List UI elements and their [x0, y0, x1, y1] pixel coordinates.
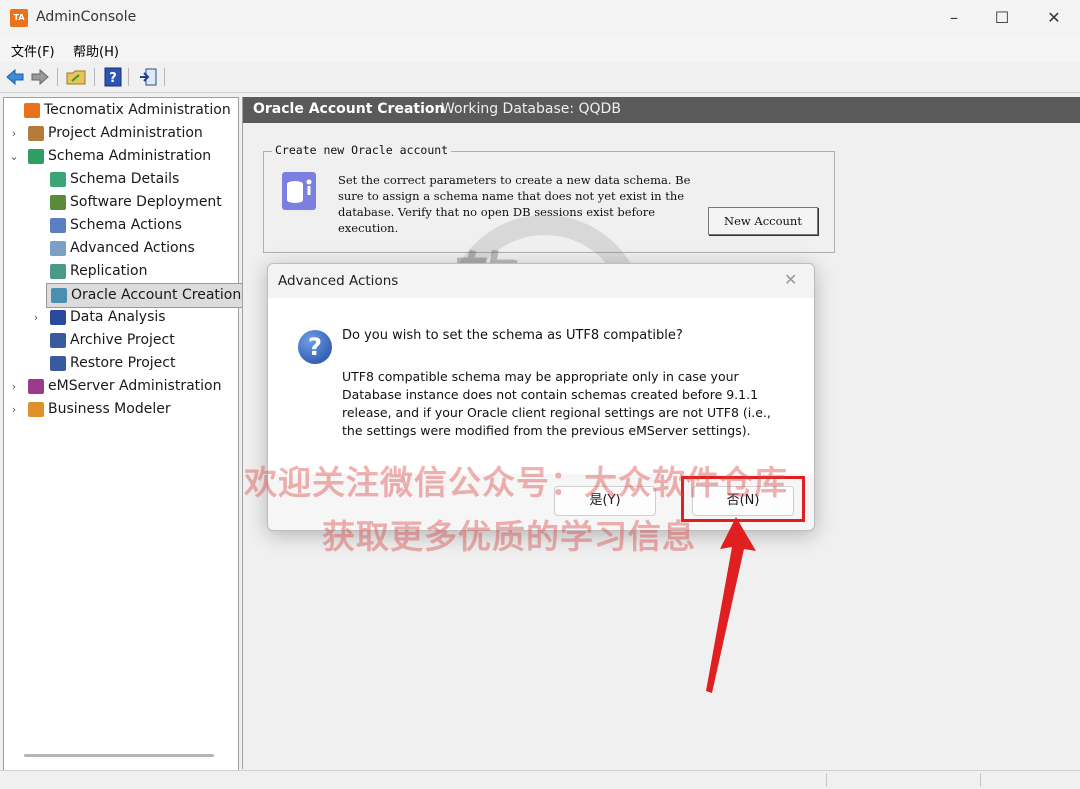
- tree-item-label: Advanced Actions: [70, 240, 195, 256]
- tree-item[interactable]: Software Deployment: [46, 191, 224, 214]
- tree-horizontal-scrollbar[interactable]: [24, 754, 214, 757]
- app-icon: TA: [10, 9, 28, 27]
- watermark-line2: 获取更多优质的学习信息: [322, 517, 696, 556]
- annotation-arrow-icon: [706, 517, 756, 693]
- folder-icon[interactable]: [66, 67, 86, 87]
- toolbar-separator: [128, 68, 129, 86]
- database-user-icon: [282, 172, 316, 210]
- group-title: Create new Oracle account: [272, 143, 452, 157]
- tree-item[interactable]: Advanced Actions: [46, 237, 197, 260]
- tree-item-label: eMServer Administration: [48, 378, 222, 394]
- panel-header: Oracle Account Creation Working Database…: [243, 97, 1080, 123]
- close-button[interactable]: ✕: [1030, 0, 1078, 36]
- expand-icon: [30, 352, 42, 375]
- expand-icon: [4, 99, 16, 122]
- expand-icon: [30, 191, 42, 214]
- dialog-title-bar: Advanced Actions ✕: [268, 264, 814, 298]
- expand-icon[interactable]: ›: [8, 122, 20, 145]
- panel-title: Oracle Account Creation: [253, 101, 445, 117]
- question-icon: ?: [298, 330, 332, 364]
- tree-node-icon: [50, 333, 66, 348]
- watermark-line1: 欢迎关注微信公众号：大众软件仓库: [244, 463, 788, 502]
- tree-item-label: Schema Details: [70, 171, 180, 187]
- status-separator: [826, 773, 827, 787]
- expand-icon[interactable]: ›: [30, 306, 42, 329]
- tree-item[interactable]: › Data Analysis: [34, 306, 168, 329]
- menu-bar: 文件(F) 帮助(H): [0, 36, 1080, 62]
- expand-icon: [30, 329, 42, 352]
- tree-node-icon: [28, 149, 44, 164]
- dialog-body: ? Do you wish to set the schema as UTF8 …: [268, 298, 814, 474]
- dialog-close-button[interactable]: ✕: [784, 270, 797, 289]
- tree-node-icon: [50, 195, 66, 210]
- expand-icon: [30, 214, 42, 237]
- tree-item[interactable]: › eMServer Administration: [12, 375, 224, 398]
- tree-item-label: Oracle Account Creation: [71, 287, 242, 303]
- tree-item-label: Tecnomatix Administration: [44, 102, 231, 118]
- tree-item[interactable]: Archive Project: [46, 329, 177, 352]
- collapse-icon[interactable]: ⌄: [8, 145, 20, 168]
- tree-item[interactable]: ⌄ Schema Administration: [9, 145, 213, 168]
- tree-item-label: Data Analysis: [70, 309, 166, 325]
- working-database-label: Working Database: QQDB: [441, 101, 621, 117]
- tree-node-icon: [24, 103, 40, 118]
- dialog-question: Do you wish to set the schema as UTF8 co…: [342, 328, 683, 343]
- expand-icon[interactable]: ›: [8, 398, 20, 421]
- tree-node-icon: [50, 356, 66, 371]
- tree-node-icon: [50, 264, 66, 279]
- tree-item-label: Replication: [70, 263, 148, 279]
- tree-item-label: Project Administration: [48, 125, 203, 141]
- menu-file[interactable]: 文件(F): [11, 41, 55, 60]
- tree-node-icon: [50, 310, 66, 325]
- tree-node-icon: [28, 379, 44, 394]
- tree-node-icon: [28, 126, 44, 141]
- tree-item-label: Schema Administration: [48, 148, 212, 164]
- tree-node-icon: [28, 402, 44, 417]
- tree-node-icon: [50, 172, 66, 187]
- status-bar: [0, 770, 1080, 789]
- tree-item[interactable]: Schema Actions: [46, 214, 184, 237]
- expand-icon[interactable]: ›: [8, 375, 20, 398]
- tree-item[interactable]: Replication: [46, 260, 149, 283]
- minimize-button[interactable]: –: [930, 0, 978, 36]
- toolbar: ?: [0, 62, 1080, 93]
- help-icon[interactable]: ?: [103, 67, 123, 87]
- dialog-title: Advanced Actions: [278, 273, 399, 289]
- tree-node-icon: [50, 241, 66, 256]
- toolbar-separator: [164, 68, 165, 86]
- dialog-detail: UTF8 compatible schema may be appropriat…: [342, 369, 771, 438]
- toolbar-separator: [94, 68, 95, 86]
- tree-item[interactable]: Tecnomatix Administration: [20, 99, 233, 122]
- forward-icon[interactable]: [30, 67, 50, 87]
- expand-icon: [31, 284, 43, 307]
- new-account-button[interactable]: New Account: [708, 207, 818, 235]
- expand-icon: [30, 260, 42, 283]
- tree-item-label: Restore Project: [70, 355, 176, 371]
- tree-item-label: Schema Actions: [70, 217, 182, 233]
- tree-item-label: Archive Project: [70, 332, 175, 348]
- tree-item[interactable]: › Project Administration: [12, 122, 205, 145]
- tree-item-label: Business Modeler: [48, 401, 171, 417]
- toolbar-separator: [57, 68, 58, 86]
- navigation-tree: Tecnomatix Administration › Project Admini…: [3, 97, 245, 771]
- status-separator: [980, 773, 981, 787]
- expand-icon: [30, 237, 42, 260]
- tree-item[interactable]: Restore Project: [46, 352, 177, 375]
- window-title: AdminConsole: [36, 9, 137, 25]
- tree-item[interactable]: › Business Modeler: [12, 398, 173, 421]
- back-icon[interactable]: [5, 67, 25, 87]
- menu-help[interactable]: 帮助(H): [73, 41, 119, 60]
- title-bar: TA AdminConsole – ☐ ✕: [0, 0, 1080, 36]
- svg-text:?: ?: [109, 71, 117, 86]
- tree-node-icon: [51, 288, 67, 303]
- tree-node-icon: [50, 218, 66, 233]
- maximize-button[interactable]: ☐: [978, 0, 1026, 36]
- tree-item-label: Software Deployment: [70, 194, 222, 210]
- expand-icon: [30, 168, 42, 191]
- exit-icon[interactable]: [138, 67, 158, 87]
- tree-item[interactable]: Oracle Account Creation: [46, 283, 245, 308]
- tree-item[interactable]: Schema Details: [46, 168, 181, 191]
